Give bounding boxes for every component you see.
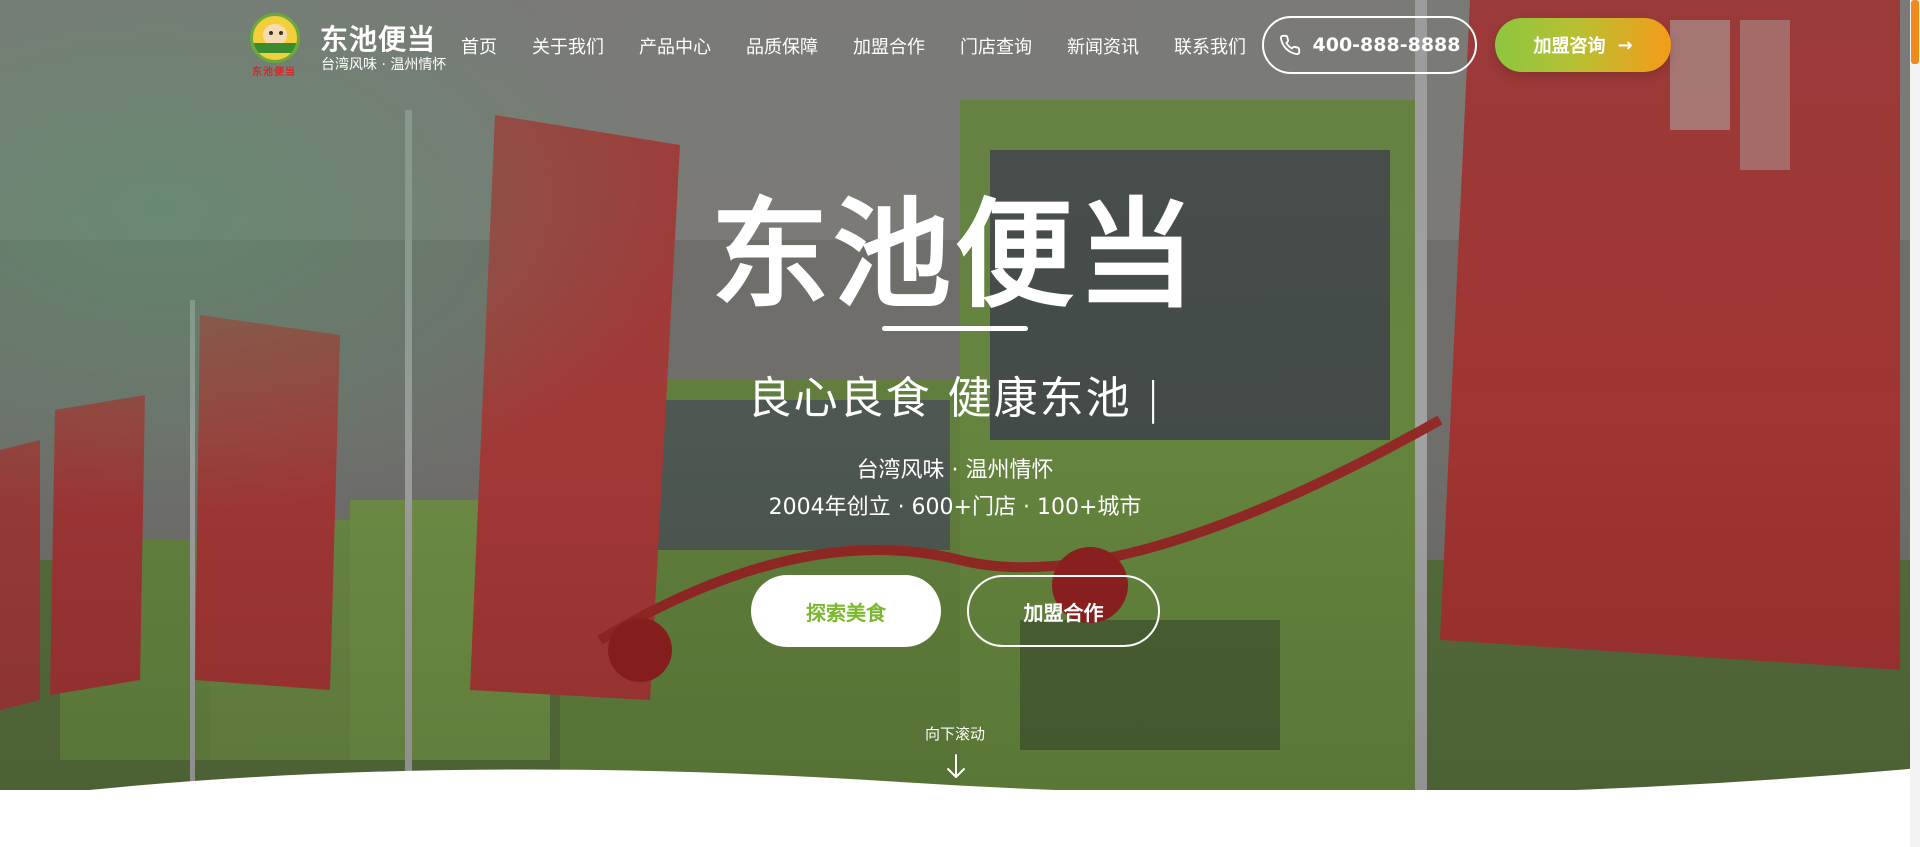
scroll-down-label[interactable]: 向下滚动 — [0, 723, 1910, 744]
brand-logo[interactable] — [250, 13, 300, 63]
scrollbar-thumb[interactable] — [1911, 0, 1919, 64]
hero-bottom-wave — [0, 768, 1920, 847]
nav-item-store-locator[interactable]: 门店查询 — [960, 33, 1032, 59]
site-header: 东池便当 东池便当 台湾风味 · 温州情怀 首页 关于我们 产品中心 品质保障 … — [0, 0, 1910, 90]
brand-tagline: 台湾风味 · 温州情怀 — [321, 57, 447, 73]
title-underline — [882, 326, 1028, 331]
logo-eye-right — [279, 31, 283, 35]
typing-cursor: | — [1145, 373, 1163, 424]
logo-band — [253, 43, 297, 53]
nav-item-home[interactable]: 首页 — [461, 33, 497, 59]
arrow-right-icon: → — [1617, 34, 1633, 56]
hero-stats: 2004年创立 · 600+门店 · 100+城市 — [768, 495, 1142, 520]
join-inquiry-label: 加盟咨询 — [1533, 36, 1606, 57]
nav-item-contact[interactable]: 联系我们 — [1174, 33, 1246, 59]
nav-item-products[interactable]: 产品中心 — [639, 33, 711, 59]
franchise-button[interactable]: 加盟合作 — [967, 575, 1160, 647]
hero-title: 东池便当 — [710, 186, 1199, 324]
nav-item-about[interactable]: 关于我们 — [532, 33, 604, 59]
hero-slogan: 良心良食 健康东池 | — [0, 362, 1910, 426]
phone-button[interactable]: 400-888-8888 — [1262, 16, 1477, 74]
nav-item-franchise[interactable]: 加盟合作 — [853, 33, 925, 59]
hero-slogan-text: 良心良食 健康东池 — [747, 373, 1132, 424]
main-nav: 首页 关于我们 产品中心 品质保障 加盟合作 门店查询 新闻资讯 联系我们 — [461, 33, 1281, 59]
logo-eye-left — [269, 31, 273, 35]
brand-name[interactable]: 东池便当 — [320, 18, 436, 58]
phone-icon — [1279, 34, 1300, 55]
page-scrollbar[interactable] — [1910, 0, 1920, 847]
logo-caption: 东池便当 — [252, 67, 296, 78]
hero-subtitle: 台湾风味 · 温州情怀 — [856, 458, 1054, 483]
join-inquiry-button[interactable]: 加盟咨询 → — [1495, 18, 1671, 72]
phone-number: 400-888-8888 — [1312, 34, 1461, 56]
nav-item-news[interactable]: 新闻资讯 — [1067, 33, 1139, 59]
explore-food-button[interactable]: 探索美食 — [751, 575, 941, 647]
nav-item-quality[interactable]: 品质保障 — [746, 33, 818, 59]
